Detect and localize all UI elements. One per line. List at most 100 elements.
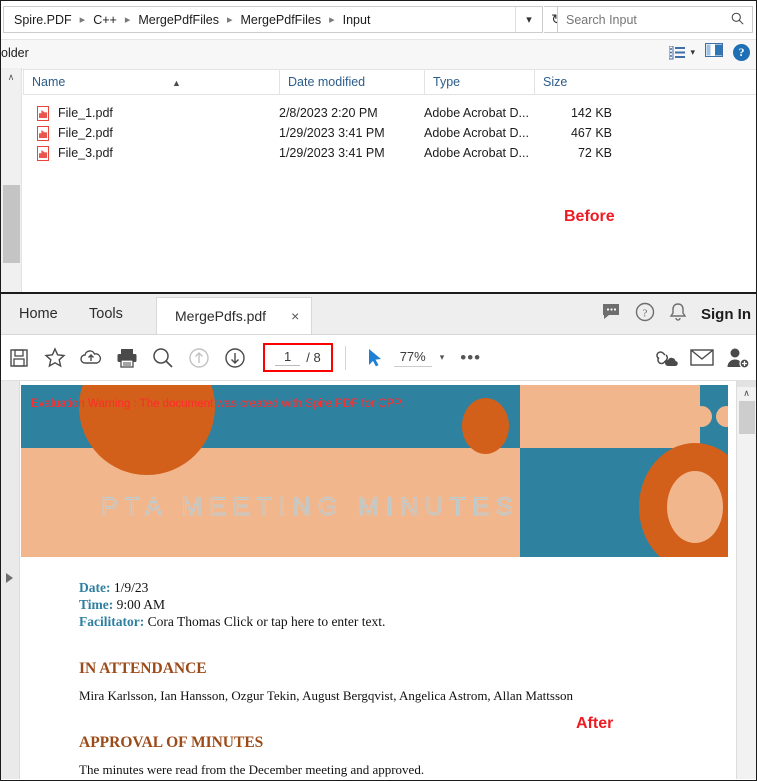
file-name: File_1.pdf [58,106,113,120]
tab-document-label: MergePdfs.pdf [175,308,267,324]
bell-icon[interactable] [669,302,687,327]
file-size: 142 KB [570,106,612,120]
table-row[interactable]: File_2.pdf 1/29/2023 3:41 PM Adobe Acrob… [23,123,756,143]
tab-document[interactable]: MergePdfs.pdf × [156,297,313,334]
column-header-size-label: Size [543,75,568,89]
column-header-size[interactable]: Size [534,70,622,94]
breadcrumb-separator-icon: ▸ [124,14,131,26]
cursor-arrow-icon[interactable] [358,335,394,380]
sort-ascending-icon: ▲ [172,78,181,88]
pdf-vertical-scrollbar[interactable]: ∧ [736,381,756,779]
breadcrumb-item-0[interactable]: Spire.PDF [12,13,74,27]
tab-tools[interactable]: Tools [75,294,137,334]
save-icon[interactable] [1,335,37,380]
email-icon[interactable] [684,335,720,380]
expand-pane-triangle-icon[interactable] [6,573,13,583]
close-icon[interactable]: × [291,308,299,324]
pdf-left-pane-rail[interactable] [1,381,20,779]
breadcrumb: Spire.PDF ▸ C++ ▸ MergePdfFiles ▸ MergeP… [4,13,515,27]
breadcrumb-separator-icon: ▸ [226,14,233,26]
explorer-vertical-scrollbar[interactable]: ∧ [1,68,22,294]
meta-value-time: 9:00 AM [116,597,166,612]
section-body-attendance: Mira Karlsson, Ian Hansson, Ozgur Tekin,… [79,688,574,703]
column-header-name[interactable]: Name ▲ [23,70,279,94]
art-orange-ellipse [462,398,509,454]
meta-line-facilitator: Facilitator: Cora Thomas Click or tap he… [79,613,699,630]
sign-in-button[interactable]: Sign In [701,306,751,323]
scrollbar-thumb[interactable] [739,401,755,434]
meta-label-time: Time: [79,597,114,612]
more-tools-button[interactable]: ••• [460,348,481,368]
section-heading-approval: APPROVAL OF MINUTES [79,734,264,751]
column-header-date-modified[interactable]: Date modified [279,70,424,94]
toolbar-divider [344,345,346,370]
file-explorer-window: Spire.PDF ▸ C++ ▸ MergePdfFiles ▸ MergeP… [1,1,756,294]
column-header-type[interactable]: Type [424,70,534,94]
breadcrumb-item-2[interactable]: MergePdfFiles [136,13,221,27]
column-header-type-label: Type [433,75,461,89]
svg-text:?: ? [643,307,648,319]
explorer-toolbar-row: older ▾ ? [1,40,756,70]
chevron-down-icon[interactable]: ▾ [690,47,695,58]
help-button[interactable]: ? [733,44,750,61]
explorer-toolbar-icons: ▾ ? [669,43,750,62]
scrollbar-top-cap [737,381,756,387]
file-list-column-headers: Name ▲ Date modified Type Size [23,70,756,95]
page-number-control[interactable]: 1 / 8 [263,343,333,372]
view-options-icon [669,45,686,59]
reader-tab-bar: Home Tools MergePdfs.pdf × ? Sign In [1,294,756,335]
preview-pane-button[interactable] [705,43,723,62]
art-block-peach-top-middle [520,385,700,448]
file-name: File_3.pdf [58,146,113,160]
pdf-page-viewport: Evaluation Warning : The document was cr… [1,381,756,779]
star-icon[interactable] [37,335,73,380]
scroll-up-icon[interactable]: ∧ [1,68,21,86]
search-input[interactable]: Search Input [557,6,753,33]
share-link-icon[interactable] [648,335,684,380]
scroll-up-icon[interactable]: ∧ [737,388,756,399]
evaluation-warning-text: Evaluation Warning : The document was cr… [31,398,404,410]
zoom-search-icon[interactable] [145,335,181,380]
tab-home[interactable]: Home [5,294,72,334]
reader-tab-right-group: ? Sign In [601,294,751,334]
help-icon[interactable]: ? [635,302,655,327]
pdf-file-icon [37,106,49,121]
page-current-input[interactable]: 1 [275,349,301,366]
column-header-date-label: Date modified [288,75,366,89]
breadcrumb-item-3[interactable]: MergePdfFiles [238,13,323,27]
upload-cloud-icon[interactable] [73,335,109,380]
address-bar[interactable]: Spire.PDF ▸ C++ ▸ MergePdfFiles ▸ MergeP… [3,6,543,33]
meta-line-date: Date: 1/9/23 [79,579,699,596]
after-annotation-label: After [576,715,614,732]
comment-icon[interactable] [601,303,621,326]
pdf-page: Evaluation Warning : The document was cr… [21,381,736,779]
meta-value-facilitator: Cora Thomas Click or tap here to enter t… [147,614,386,629]
chevron-down-icon[interactable]: ▾ [515,7,542,32]
view-options-button[interactable]: ▾ [669,45,695,60]
pdf-toolbar: 1 / 8 77% ▾ ••• [1,335,756,381]
file-date-modified: 1/29/2023 3:41 PM [279,146,385,160]
table-row[interactable]: File_1.pdf 2/8/2023 2:20 PM Adobe Acroba… [23,103,756,123]
meta-label-date: Date: [79,580,111,595]
zoom-level-value[interactable]: 77% [393,349,432,367]
print-icon[interactable] [109,335,145,380]
folder-label: older [1,46,29,60]
add-person-icon[interactable] [720,335,756,380]
chevron-down-icon[interactable]: ▾ [440,352,445,363]
pdf-file-icon [37,146,49,161]
breadcrumb-item-4[interactable]: Input [341,13,373,27]
preview-pane-icon [705,43,723,57]
art-peach-dot [691,406,712,427]
file-type: Adobe Acrobat D... [424,106,529,120]
scrollbar-thumb[interactable] [3,185,20,263]
file-date-modified: 1/29/2023 3:41 PM [279,126,385,140]
previous-page-icon[interactable] [181,335,217,380]
next-page-icon[interactable] [217,335,253,380]
document-body: Date: 1/9/23 Time: 9:00 AM Facilitator: … [79,579,699,778]
pdf-reader-window: Home Tools MergePdfs.pdf × ? Sign In 1 /… [1,294,756,780]
meta-value-date: 1/9/23 [113,580,149,595]
section-body-approval: The minutes were read from the December … [79,762,425,777]
file-size: 72 KB [577,146,612,160]
breadcrumb-item-1[interactable]: C++ [91,13,119,27]
table-row[interactable]: File_3.pdf 1/29/2023 3:41 PM Adobe Acrob… [23,143,756,163]
